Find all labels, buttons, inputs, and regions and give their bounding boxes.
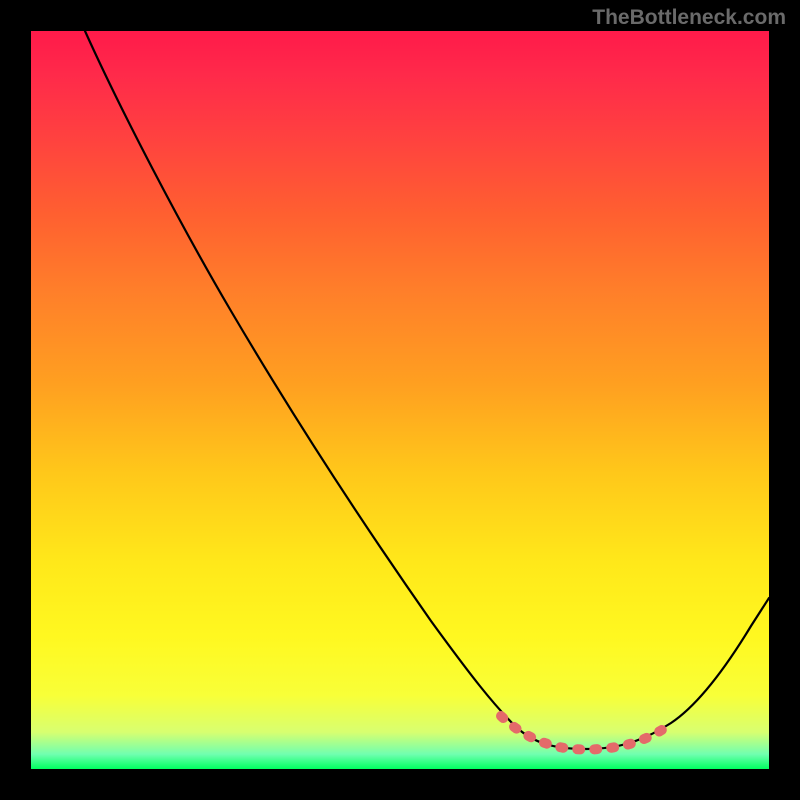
bottleneck-curve	[85, 31, 769, 749]
optimal-zone-dots	[501, 716, 671, 750]
watermark-text: TheBottleneck.com	[592, 6, 786, 30]
plot-area	[31, 31, 769, 769]
chart-svg	[31, 31, 769, 769]
